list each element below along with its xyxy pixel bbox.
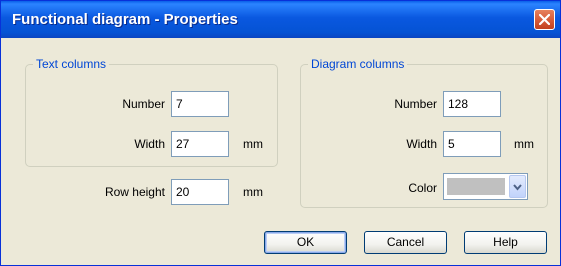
chevron-down-icon [513, 184, 522, 191]
diagram-columns-width-label: Width [406, 137, 437, 151]
text-columns-width-input[interactable] [171, 131, 229, 157]
text-columns-width-unit: mm [243, 137, 263, 151]
diagram-columns-number-input[interactable] [443, 91, 501, 117]
text-columns-legend: Text columns [33, 57, 110, 71]
text-columns-number-label: Number [122, 97, 165, 111]
row-height-input[interactable] [171, 179, 229, 205]
title-bar[interactable]: Functional diagram - Properties [1, 1, 560, 38]
color-label: Color [408, 181, 437, 195]
diagram-columns-legend: Diagram columns [308, 57, 408, 71]
properties-dialog: Functional diagram - Properties Text col… [0, 0, 561, 266]
color-dropdown-button[interactable] [509, 175, 526, 198]
color-select[interactable] [443, 173, 528, 200]
close-icon [539, 14, 550, 25]
row-height-unit: mm [243, 185, 263, 199]
diagram-columns-width-input[interactable] [443, 131, 501, 157]
help-button[interactable]: Help [464, 231, 547, 254]
row-height-label: Row height [104, 185, 165, 199]
text-columns-group: Text columns [25, 57, 278, 167]
ok-button[interactable]: OK [264, 231, 347, 254]
diagram-columns-number-label: Number [394, 97, 437, 111]
cancel-button[interactable]: Cancel [364, 231, 447, 254]
color-swatch [447, 178, 505, 195]
text-columns-width-label: Width [134, 137, 165, 151]
diagram-columns-width-unit: mm [514, 137, 534, 151]
text-columns-number-input[interactable] [171, 91, 229, 117]
dialog-title: Functional diagram - Properties [12, 11, 238, 28]
close-button[interactable] [534, 9, 555, 30]
